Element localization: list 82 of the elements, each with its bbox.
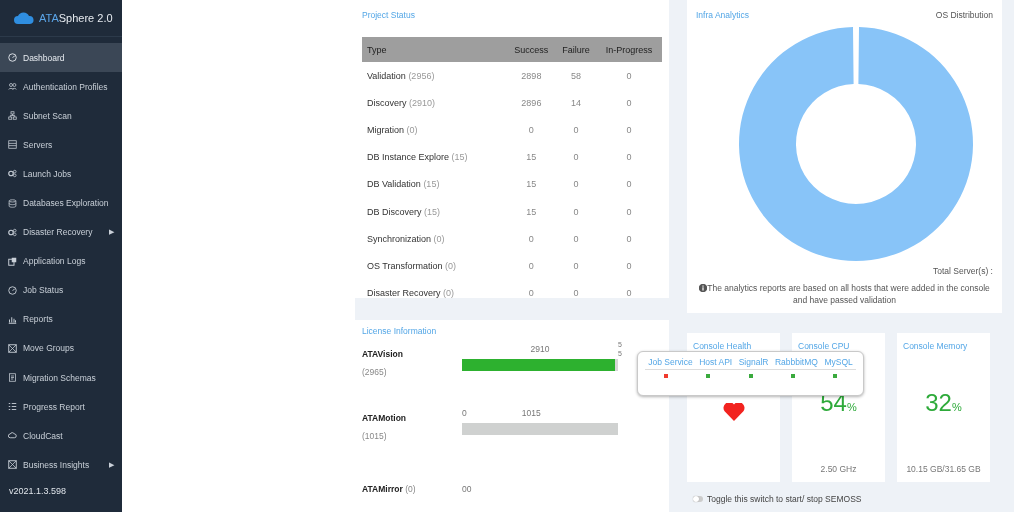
table-cell-text: 14 bbox=[569, 96, 582, 110]
table-cell-text: DB Discovery (15) bbox=[366, 205, 442, 219]
card-title: Console CPU bbox=[798, 341, 850, 351]
sidebar-item[interactable]: Launch Jobs bbox=[0, 159, 122, 189]
product-count: (2965) bbox=[362, 367, 388, 377]
sidebar-item[interactable]: Job Status bbox=[0, 275, 122, 305]
product-name: ATAMotion bbox=[362, 412, 408, 423]
table-cell-text: 0 bbox=[527, 259, 535, 273]
sidebar-item[interactable]: Dashboard bbox=[0, 43, 122, 73]
sidebar-item[interactable]: Progress Report bbox=[0, 392, 122, 422]
table-cell-text: 0 bbox=[625, 178, 633, 192]
table-cell-text: 15 bbox=[525, 151, 538, 165]
sidebar-item[interactable]: Subnet Scan bbox=[0, 101, 122, 131]
table-cell-text: Disaster Recovery (0) bbox=[366, 287, 456, 301]
sidebar-item[interactable]: Application Logs bbox=[0, 246, 122, 276]
detail-text: 10.15 GB/31.65 GB bbox=[906, 464, 981, 474]
toggle-label: Toggle this switch to start/ stop SEMOSS bbox=[707, 494, 862, 504]
sidebar-item[interactable]: Move Groups bbox=[0, 333, 122, 364]
service-name: RabbbitMQ bbox=[773, 357, 819, 367]
table-cell-text: 0 bbox=[572, 259, 580, 273]
table-cell-text: 0 bbox=[527, 123, 535, 137]
table-cell-text: 0 bbox=[572, 123, 580, 137]
sidebar-item[interactable]: Reports bbox=[0, 304, 122, 334]
card-title: License Information bbox=[362, 326, 438, 336]
table-cell-text: 0 bbox=[625, 123, 633, 137]
scale-label: 00 bbox=[462, 484, 472, 496]
table-cell-text: 0 bbox=[572, 178, 580, 192]
column-header: Type bbox=[362, 37, 507, 62]
detail-text: 2.50 GHz bbox=[820, 464, 857, 474]
scale-label: 0 bbox=[462, 408, 467, 420]
table-cell-text: 15 bbox=[525, 178, 538, 192]
app-logo-text: ATASphere 2.0 bbox=[39, 12, 113, 24]
card-title: Infra Analytics bbox=[696, 10, 749, 20]
service-name: SignalR bbox=[737, 357, 770, 367]
service-name: Job Service bbox=[647, 357, 694, 367]
column-header: In-Progress bbox=[596, 37, 662, 62]
table-cell: 58 bbox=[555, 62, 596, 90]
card-title: Project Status bbox=[362, 10, 416, 20]
scale-label: 2910 bbox=[530, 344, 550, 356]
table-cell-text: 2896 bbox=[520, 96, 543, 110]
total-servers-label: Total Server(s) : bbox=[932, 266, 993, 276]
table-cell-text: 0 bbox=[625, 259, 633, 273]
card-title: Console Memory bbox=[903, 341, 968, 351]
chart-title: OS Distribution bbox=[935, 10, 993, 20]
table-cell-text: Synchronization (0) bbox=[366, 232, 446, 246]
sidebar-item[interactable]: CloudCast bbox=[0, 421, 122, 451]
table-cell-text: 0 bbox=[572, 151, 580, 165]
sidebar-item[interactable]: Migration Schemas bbox=[0, 363, 122, 393]
table-cell-text: 0 bbox=[572, 205, 580, 219]
table-cell-text: 0 bbox=[625, 151, 633, 165]
table-cell-text: DB Instance Explore (15) bbox=[366, 151, 469, 165]
column-header: Success bbox=[506, 37, 556, 62]
card-title: Console Health bbox=[693, 341, 752, 351]
table-cell-text: DB Validation (15) bbox=[366, 178, 441, 192]
table-cell-text: 0 bbox=[527, 287, 535, 301]
table-cell-text: Discovery (2910) bbox=[366, 96, 437, 110]
table-cell-text: 0 bbox=[625, 96, 633, 110]
table-cell-text: 0 bbox=[625, 287, 633, 301]
table-cell-text: 0 bbox=[625, 205, 633, 219]
table-cell-text: 0 bbox=[572, 287, 580, 301]
table-cell-text: 15 bbox=[525, 205, 538, 219]
service-name: MySQL bbox=[823, 357, 854, 367]
table-cell: 2898 bbox=[506, 62, 556, 90]
sidebar-item[interactable]: Authentication Profiles bbox=[0, 72, 122, 102]
info-note: The analytics reports are based on all hosts that were added in the console and have passed validation bbox=[707, 283, 990, 305]
column-header: Failure bbox=[555, 37, 596, 62]
product-name: ATAVision bbox=[362, 348, 404, 359]
version-text: v2021.1.3.598 bbox=[8, 485, 68, 497]
scale-label: 1015 bbox=[521, 408, 541, 420]
percentage-value: 32% bbox=[925, 389, 962, 417]
table-cell-text: OS Transformation (0) bbox=[366, 259, 458, 273]
service-name: Host API bbox=[698, 357, 734, 367]
sidebar-item[interactable]: Servers bbox=[0, 130, 122, 160]
sidebar-item[interactable]: Databases Exploration bbox=[0, 188, 122, 218]
table-cell-text: 0 bbox=[527, 232, 535, 246]
table-cell: 0 bbox=[596, 62, 662, 90]
table-cell-text: 0 bbox=[572, 232, 580, 246]
table-cell-text: 0 bbox=[625, 232, 633, 246]
product-count: (1015) bbox=[362, 431, 388, 441]
table-cell-text: Migration (0) bbox=[366, 123, 419, 137]
product-name: ATAMirror (0) bbox=[362, 483, 416, 494]
table-cell: Validation (2956) bbox=[362, 62, 507, 90]
